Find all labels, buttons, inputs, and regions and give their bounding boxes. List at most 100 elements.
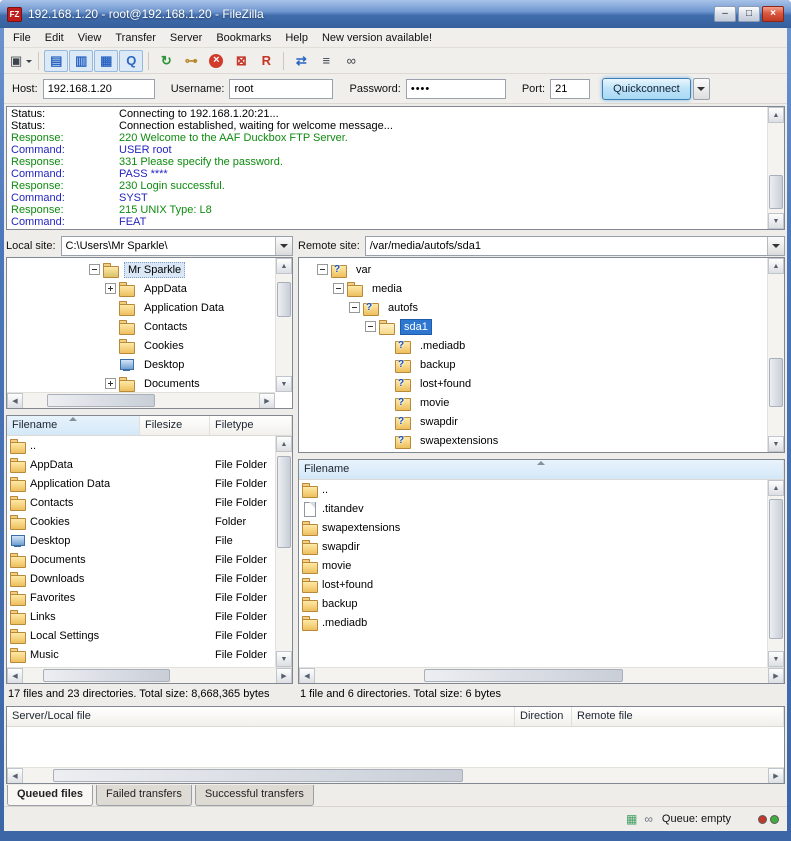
tree-item[interactable]: lost+found	[301, 374, 764, 393]
binoculars-icon[interactable]: ∞	[644, 813, 653, 825]
scroll-track[interactable]	[276, 452, 292, 651]
remote-tree-vscrollbar[interactable]: ▲ ▼	[767, 258, 784, 452]
tree-expander-icon[interactable]	[365, 321, 376, 332]
scroll-down-icon[interactable]: ▼	[276, 376, 292, 392]
scroll-track[interactable]	[768, 123, 784, 213]
scroll-thumb[interactable]	[53, 769, 463, 782]
tree-item[interactable]: Cookies	[9, 336, 272, 355]
scroll-up-icon[interactable]: ▲	[768, 258, 784, 274]
scroll-track[interactable]	[23, 768, 768, 783]
scroll-left-icon[interactable]: ◀	[7, 768, 23, 784]
file-row[interactable]: Local Settings File Folder	[7, 626, 275, 645]
scroll-track[interactable]	[768, 496, 784, 651]
tree-expander-icon[interactable]	[349, 302, 360, 313]
port-input[interactable]	[550, 79, 590, 99]
file-row[interactable]: backup	[299, 594, 767, 613]
tree-item[interactable]: Desktop	[9, 355, 272, 374]
toolbar-separator[interactable]	[38, 52, 39, 70]
tree-expander-icon[interactable]	[105, 340, 116, 351]
tree-item[interactable]: swapextensions	[301, 431, 764, 450]
file-row[interactable]: .mediadb	[299, 613, 767, 632]
tree-item[interactable]: Mr Sparkle	[9, 260, 272, 279]
tree-expander-icon[interactable]	[105, 359, 116, 370]
toggle-local-tree-button[interactable]: ▥	[69, 50, 93, 72]
remote-list-hscrollbar[interactable]: ◀ ▶	[299, 667, 784, 683]
file-row[interactable]: Desktop File	[7, 531, 275, 550]
toolbar-separator[interactable]	[283, 52, 284, 70]
tree-expander-icon[interactable]	[105, 283, 116, 294]
menu-item[interactable]: Edit	[38, 30, 71, 46]
scroll-right-icon[interactable]: ▶	[259, 393, 275, 409]
queue-hscrollbar[interactable]: ◀ ▶	[7, 767, 784, 783]
scroll-thumb[interactable]	[769, 499, 783, 639]
scroll-thumb[interactable]	[769, 358, 783, 407]
tree-expander-icon[interactable]	[381, 378, 392, 389]
queue-tab[interactable]: Failed transfers	[96, 785, 192, 806]
chevron-down-icon[interactable]	[275, 237, 292, 255]
scroll-up-icon[interactable]: ▲	[276, 436, 292, 452]
username-input[interactable]	[229, 79, 333, 99]
tree-expander-icon[interactable]	[105, 302, 116, 313]
scroll-right-icon[interactable]: ▶	[768, 768, 784, 784]
scroll-up-icon[interactable]: ▲	[276, 258, 292, 274]
toolbar-separator[interactable]	[148, 52, 149, 70]
file-row[interactable]: Downloads File Folder	[7, 569, 275, 588]
scroll-thumb[interactable]	[47, 394, 156, 407]
log-scrollbar[interactable]: ▲ ▼	[767, 107, 784, 229]
password-input[interactable]	[406, 79, 506, 99]
chevron-down-icon[interactable]	[767, 237, 784, 255]
refresh-button[interactable]: ↻	[154, 50, 178, 72]
file-row[interactable]: swapdir	[299, 537, 767, 556]
scroll-track[interactable]	[315, 668, 768, 683]
tree-expander-icon[interactable]	[381, 340, 392, 351]
queue-tab[interactable]: Successful transfers	[195, 785, 314, 806]
tree-item[interactable]: var	[301, 260, 764, 279]
file-row[interactable]: ..	[299, 480, 767, 499]
file-row[interactable]: ..	[7, 436, 275, 455]
column-header[interactable]: Filesize	[140, 416, 210, 435]
process-queue-button[interactable]: ⊶	[179, 50, 203, 72]
tree-item[interactable]: backup	[301, 355, 764, 374]
scroll-right-icon[interactable]: ▶	[768, 668, 784, 684]
scroll-thumb[interactable]	[277, 456, 291, 548]
file-row[interactable]: Favorites File Folder	[7, 588, 275, 607]
tree-expander-icon[interactable]	[105, 321, 116, 332]
menu-item[interactable]: New version available!	[315, 30, 439, 46]
toggle-remote-tree-button[interactable]: ▦	[94, 50, 118, 72]
file-row[interactable]: Application Data File Folder	[7, 474, 275, 493]
scroll-down-icon[interactable]: ▼	[768, 213, 784, 229]
tree-expander-icon[interactable]	[89, 264, 100, 275]
tree-item[interactable]: media	[301, 279, 764, 298]
tree-expander-icon[interactable]	[105, 378, 116, 389]
grid-icon[interactable]: ▦	[626, 813, 637, 825]
scroll-thumb[interactable]	[277, 282, 291, 317]
queue-tab[interactable]: Queued files	[7, 785, 93, 806]
menu-item[interactable]: Help	[278, 30, 315, 46]
menu-item[interactable]: Transfer	[108, 30, 163, 46]
scroll-right-icon[interactable]: ▶	[276, 668, 292, 684]
scroll-down-icon[interactable]: ▼	[276, 651, 292, 667]
maximize-button[interactable]: □	[738, 6, 760, 22]
local-list-hscrollbar[interactable]: ◀ ▶	[7, 667, 292, 683]
file-row[interactable]: .titandev	[299, 499, 767, 518]
scroll-track[interactable]	[23, 393, 259, 408]
column-header[interactable]: Filetype	[210, 416, 292, 435]
file-row[interactable]: Music File Folder	[7, 645, 275, 664]
tree-item[interactable]: swapdir	[301, 412, 764, 431]
scroll-left-icon[interactable]: ◀	[299, 668, 315, 684]
site-manager-button[interactable]: ▣	[9, 50, 33, 72]
scroll-track[interactable]	[768, 274, 784, 436]
remote-list-vscrollbar[interactable]: ▲ ▼	[767, 480, 784, 667]
tree-expander-icon[interactable]	[317, 264, 328, 275]
file-row[interactable]: Contacts File Folder	[7, 493, 275, 512]
scroll-down-icon[interactable]: ▼	[768, 436, 784, 452]
quickconnect-button[interactable]: Quickconnect	[602, 78, 691, 100]
scroll-thumb[interactable]	[43, 669, 170, 682]
scroll-track[interactable]	[23, 668, 276, 683]
local-tree-hscrollbar[interactable]: ◀ ▶	[7, 392, 275, 408]
column-header[interactable]: Filename	[299, 460, 784, 479]
tree-expander-icon[interactable]	[333, 283, 344, 294]
file-row[interactable]: lost+found	[299, 575, 767, 594]
column-header[interactable]: Direction	[515, 707, 572, 726]
tree-item[interactable]: autofs	[301, 298, 764, 317]
